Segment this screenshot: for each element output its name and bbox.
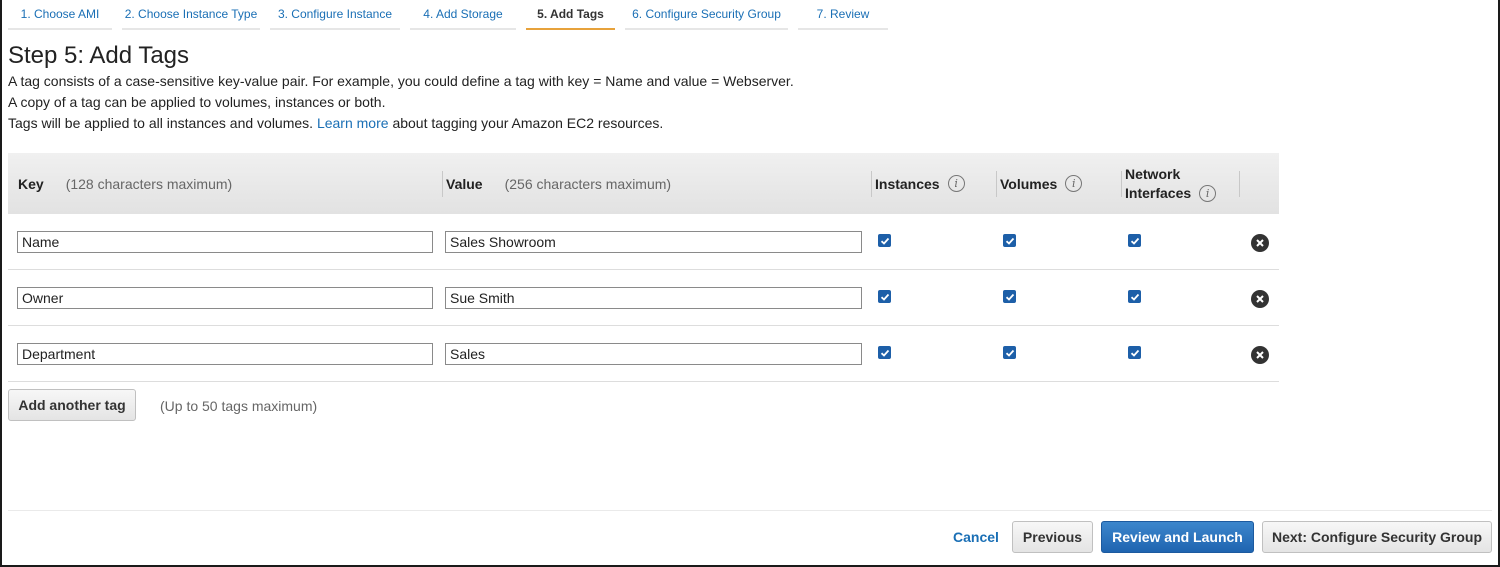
tag-key-input[interactable] (17, 343, 433, 365)
step-choose-instance-type[interactable]: 2. Choose Instance Type (122, 0, 260, 30)
step-review[interactable]: 7. Review (798, 0, 888, 30)
remove-tag-button[interactable] (1251, 346, 1269, 364)
remove-tag-button[interactable] (1251, 290, 1269, 308)
header-volumes: Volumes i (996, 153, 1083, 214)
description-line-3-pre: Tags will be applied to all instances an… (8, 115, 314, 131)
review-and-launch-button[interactable]: Review and Launch (1101, 521, 1254, 553)
step-configure-security-group[interactable]: 6. Configure Security Group (625, 0, 788, 30)
next-configure-security-group-button[interactable]: Next: Configure Security Group (1262, 521, 1492, 553)
table-row (8, 270, 1279, 326)
check-icon (1005, 237, 1014, 245)
tags-table-header: Key (128 characters maximum) Value (256 … (8, 153, 1279, 214)
remove-tag-button[interactable] (1251, 234, 1269, 252)
header-network-line2: Interfaces (1125, 184, 1192, 201)
tag-key-input[interactable] (17, 287, 433, 309)
table-row (8, 326, 1279, 382)
cancel-link[interactable]: Cancel (953, 529, 999, 545)
check-icon (1130, 293, 1139, 301)
check-icon (880, 349, 889, 357)
description-line-2: A copy of a tag can be applied to volume… (8, 94, 386, 110)
header-network-line1: Network (1125, 165, 1181, 182)
tags-table: Key (128 characters maximum) Value (256 … (8, 153, 1279, 382)
header-value: Value (256 characters maximum) (442, 153, 672, 214)
previous-button[interactable]: Previous (1012, 521, 1093, 553)
header-value-label: Value (446, 175, 483, 192)
info-icon[interactable]: i (1065, 175, 1083, 192)
header-key: Key (128 characters maximum) (18, 153, 232, 214)
tag-key-input[interactable] (17, 231, 433, 253)
volumes-checkbox[interactable] (1003, 290, 1016, 303)
wizard-steps: 1. Choose AMI 2. Choose Instance Type 3.… (8, 0, 898, 30)
tags-limit-note: (Up to 50 tags maximum) (160, 398, 318, 414)
table-row (8, 214, 1279, 270)
tag-value-input[interactable] (445, 343, 862, 365)
check-icon (1130, 237, 1139, 245)
check-icon (1130, 349, 1139, 357)
tag-value-input[interactable] (445, 287, 862, 309)
check-icon (1005, 293, 1014, 301)
footer-divider (8, 510, 1492, 511)
header-key-hint: (128 characters maximum) (65, 175, 233, 192)
volumes-checkbox[interactable] (1003, 234, 1016, 247)
info-icon[interactable]: i (1199, 184, 1217, 202)
learn-more-link[interactable]: Learn more (317, 115, 389, 131)
instances-checkbox[interactable] (878, 234, 891, 247)
instances-checkbox[interactable] (878, 290, 891, 303)
tag-value-input[interactable] (445, 231, 862, 253)
close-icon (1256, 295, 1264, 303)
step-add-tags[interactable]: 5. Add Tags (526, 0, 615, 30)
step-choose-ami[interactable]: 1. Choose AMI (8, 0, 112, 30)
instances-checkbox[interactable] (878, 346, 891, 359)
add-another-tag-button[interactable]: Add another tag (8, 389, 136, 421)
volumes-checkbox[interactable] (1003, 346, 1016, 359)
header-value-hint: (256 characters maximum) (504, 175, 672, 192)
header-key-label: Key (18, 175, 44, 192)
check-icon (880, 237, 889, 245)
step-configure-instance[interactable]: 3. Configure Instance (270, 0, 400, 30)
description-line-1: A tag consists of a case-sensitive key-v… (8, 73, 794, 89)
info-icon[interactable]: i (947, 175, 965, 192)
check-icon (880, 293, 889, 301)
close-icon (1256, 351, 1264, 359)
network-interfaces-checkbox[interactable] (1128, 346, 1141, 359)
description-line-3: Tags will be applied to all instances an… (8, 115, 663, 131)
check-icon (1005, 349, 1014, 357)
header-network-interfaces: Network Interfaces i (1121, 153, 1217, 214)
page-title: Step 5: Add Tags (8, 42, 190, 69)
network-interfaces-checkbox[interactable] (1128, 290, 1141, 303)
step-add-storage[interactable]: 4. Add Storage (410, 0, 516, 30)
close-icon (1256, 239, 1264, 247)
header-instances: Instances i (871, 153, 965, 214)
header-volumes-label: Volumes (1000, 175, 1058, 192)
network-interfaces-checkbox[interactable] (1128, 234, 1141, 247)
description-line-3-post: about tagging your Amazon EC2 resources. (392, 115, 664, 131)
header-instances-label: Instances (875, 175, 940, 192)
